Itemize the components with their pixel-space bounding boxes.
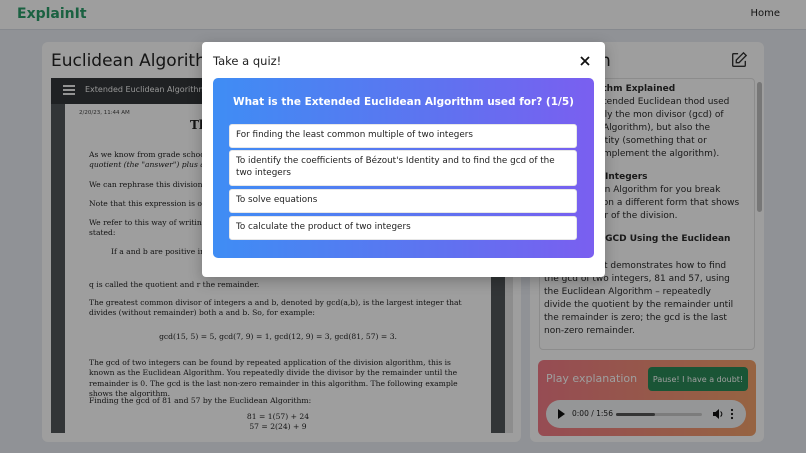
quiz-option-1[interactable]: For finding the least common multiple of…	[229, 124, 577, 148]
quiz-option-3[interactable]: To solve equations	[229, 189, 577, 213]
close-icon	[580, 56, 590, 66]
quiz-panel: What is the Extended Euclidean Algorithm…	[213, 78, 594, 258]
quiz-option-2[interactable]: To identify the coefficients of Bézout's…	[229, 150, 577, 186]
close-button[interactable]	[579, 55, 591, 67]
quiz-option-4[interactable]: To calculate the product of two integers	[229, 216, 577, 240]
quiz-modal: Take a quiz! What is the Extended Euclid…	[202, 42, 605, 277]
quiz-question: What is the Extended Euclidean Algorithm…	[233, 96, 574, 108]
modal-title: Take a quiz!	[213, 54, 282, 68]
